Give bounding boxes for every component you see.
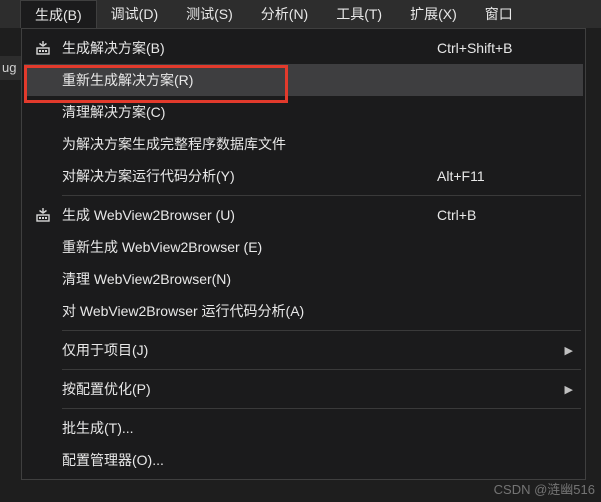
menu-separator xyxy=(62,369,581,370)
menu-separator xyxy=(62,330,581,331)
menu-item-8[interactable]: 清理 WebView2Browser(N) xyxy=(24,263,583,295)
menubar-item-4[interactable]: 工具(T) xyxy=(322,0,396,28)
menu-item-label: 清理 WebView2Browser(N) xyxy=(58,269,437,289)
menu-item-label: 为解决方案生成完整程序数据库文件 xyxy=(58,134,437,154)
menu-item-label: 重新生成解决方案(R) xyxy=(58,70,437,90)
menu-item-13[interactable]: 按配置优化(P) ▶ xyxy=(24,373,583,405)
menubar-item-3[interactable]: 分析(N) xyxy=(247,0,322,28)
menu-item-shortcut: Alt+F11 xyxy=(437,168,557,184)
menu-separator xyxy=(62,408,581,409)
left-fragment-text: ug xyxy=(0,56,21,80)
submenu-arrow-icon: ▶ xyxy=(557,344,573,357)
menu-item-label: 按配置优化(P) xyxy=(58,379,437,399)
watermark-text: CSDN @涟幽516 xyxy=(494,479,595,498)
menu-item-4[interactable]: 对解决方案运行代码分析(Y)Alt+F11 xyxy=(24,160,583,192)
menu-item-1[interactable]: 重新生成解决方案(R) xyxy=(24,64,583,96)
build-icon xyxy=(28,40,58,56)
menu-item-7[interactable]: 重新生成 WebView2Browser (E) xyxy=(24,231,583,263)
menu-item-label: 清理解决方案(C) xyxy=(58,102,437,122)
menu-item-15[interactable]: 批生成(T)... xyxy=(24,412,583,444)
menubar-item-0[interactable]: 生成(B) xyxy=(20,0,97,28)
menu-item-2[interactable]: 清理解决方案(C) xyxy=(24,96,583,128)
build-icon xyxy=(28,207,58,223)
menu-item-9[interactable]: 对 WebView2Browser 运行代码分析(A) xyxy=(24,295,583,327)
menu-separator xyxy=(62,195,581,196)
menu-item-6[interactable]: 生成 WebView2Browser (U)Ctrl+B xyxy=(24,199,583,231)
menu-item-label: 生成 WebView2Browser (U) xyxy=(58,205,437,225)
build-menu-dropdown: 生成解决方案(B)Ctrl+Shift+B重新生成解决方案(R)清理解决方案(C… xyxy=(21,28,586,480)
menu-item-label: 对解决方案运行代码分析(Y) xyxy=(58,166,437,186)
menu-item-shortcut: Ctrl+Shift+B xyxy=(437,40,557,56)
menubar-item-1[interactable]: 调试(D) xyxy=(97,0,172,28)
menu-item-11[interactable]: 仅用于项目(J) ▶ xyxy=(24,334,583,366)
menu-item-label: 对 WebView2Browser 运行代码分析(A) xyxy=(58,301,437,321)
menu-item-16[interactable]: 配置管理器(O)... xyxy=(24,444,583,476)
menu-item-3[interactable]: 为解决方案生成完整程序数据库文件 xyxy=(24,128,583,160)
menubar-item-5[interactable]: 扩展(X) xyxy=(396,0,471,28)
menubar-item-6[interactable]: 窗口 xyxy=(471,0,527,28)
menu-item-0[interactable]: 生成解决方案(B)Ctrl+Shift+B xyxy=(24,32,583,64)
menubar: 生成(B)调试(D)测试(S)分析(N)工具(T)扩展(X)窗口 xyxy=(0,0,601,28)
submenu-arrow-icon: ▶ xyxy=(557,383,573,396)
menu-item-label: 仅用于项目(J) xyxy=(58,340,437,360)
menu-item-shortcut: Ctrl+B xyxy=(437,207,557,223)
menubar-item-2[interactable]: 测试(S) xyxy=(172,0,247,28)
menu-item-label: 配置管理器(O)... xyxy=(58,450,437,470)
menu-item-label: 批生成(T)... xyxy=(58,418,437,438)
menu-item-label: 重新生成 WebView2Browser (E) xyxy=(58,237,437,257)
menu-item-label: 生成解决方案(B) xyxy=(58,38,437,58)
